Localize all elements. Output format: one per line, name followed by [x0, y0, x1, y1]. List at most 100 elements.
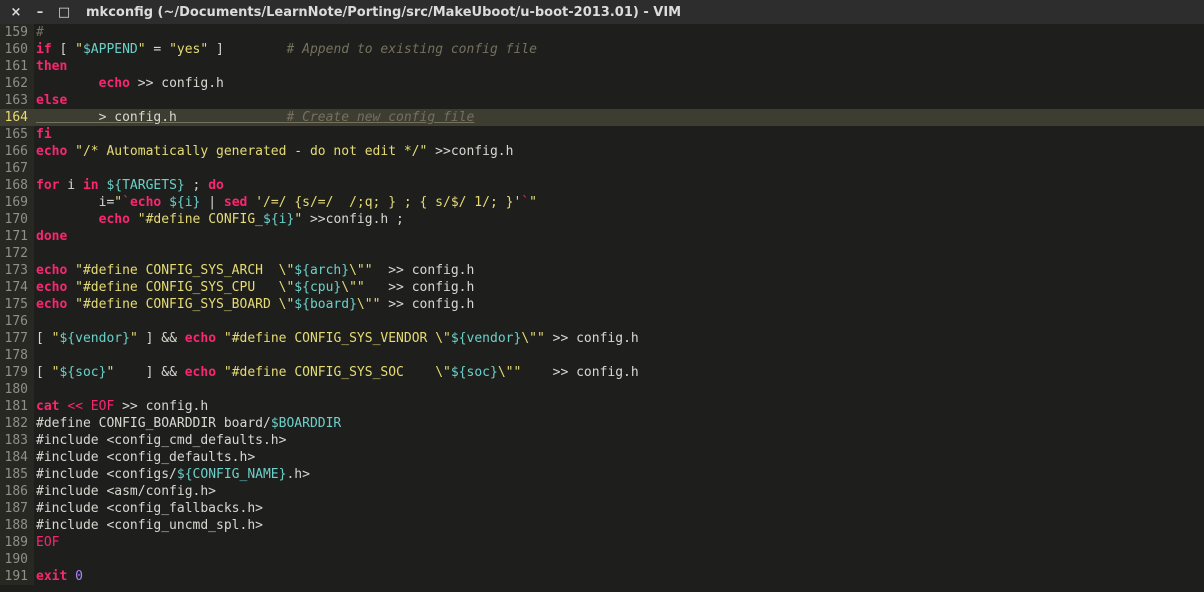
code-line[interactable]: 187#include <config_fallbacks.h> [0, 500, 1204, 517]
code-line[interactable]: 175echo "#define CONFIG_SYS_BOARD \"${bo… [0, 296, 1204, 313]
code-text[interactable]: # [34, 24, 1204, 41]
code-line[interactable]: 159# [0, 24, 1204, 41]
token-str: '/=/ {s/=/ /;q; } ; { s/$/ 1/; }' [255, 195, 521, 210]
code-line[interactable]: 178 [0, 347, 1204, 364]
token-kw: sed [224, 195, 247, 210]
token-str: "#define CONFIG_SYS_CPU \" [75, 280, 294, 295]
code-text[interactable]: then [34, 58, 1204, 75]
code-line[interactable]: 186#include <asm/config.h> [0, 483, 1204, 500]
token-str: \"" [521, 331, 544, 346]
code-line[interactable]: 160if [ "$APPEND" = "yes" ] # Append to … [0, 41, 1204, 58]
line-number: 163 [0, 92, 34, 109]
code-text[interactable]: [ "${vendor}" ] && echo "#define CONFIG_… [34, 330, 1204, 347]
code-text[interactable]: echo >> config.h [34, 75, 1204, 92]
code-line[interactable]: 179[ "${soc}" ] && echo "#define CONFIG_… [0, 364, 1204, 381]
editor[interactable]: 159#160if [ "$APPEND" = "yes" ] # Append… [0, 24, 1204, 585]
code-text[interactable] [34, 160, 1204, 177]
code-line[interactable]: 189EOF [0, 534, 1204, 551]
code-line[interactable]: 174echo "#define CONFIG_SYS_CPU \"${cpu}… [0, 279, 1204, 296]
code-line[interactable]: 161then [0, 58, 1204, 75]
code-line[interactable]: 169 i="`echo ${i} | sed '/=/ {s/=/ /;q; … [0, 194, 1204, 211]
code-line[interactable]: 172 [0, 245, 1204, 262]
code-text[interactable]: [ "${soc}" ] && echo "#define CONFIG_SYS… [34, 364, 1204, 381]
code-text[interactable]: #include <configs/${CONFIG_NAME}.h> [34, 466, 1204, 483]
token-punct: #include <asm/config.h> [36, 484, 216, 499]
code-line[interactable]: 180 [0, 381, 1204, 398]
token-punct: >> config.h [521, 365, 638, 380]
token-str: "#define CONFIG_SYS_BOARD \" [75, 297, 294, 312]
token-cmt: # [36, 25, 44, 40]
code-text[interactable]: else [34, 92, 1204, 109]
maximize-icon[interactable]: □ [56, 5, 72, 20]
code-text[interactable]: echo "#define CONFIG_SYS_CPU \"${cpu}\""… [34, 279, 1204, 296]
code-text[interactable]: fi [34, 126, 1204, 143]
code-text[interactable]: EOF [34, 534, 1204, 551]
line-number: 167 [0, 160, 34, 177]
code-text[interactable]: #include <config_cmd_defaults.h> [34, 432, 1204, 449]
code-text[interactable]: #include <config_defaults.h> [34, 449, 1204, 466]
code-line[interactable]: 162 echo >> config.h [0, 75, 1204, 92]
code-line[interactable]: 183#include <config_cmd_defaults.h> [0, 432, 1204, 449]
code-text[interactable]: #include <config_fallbacks.h> [34, 500, 1204, 517]
token-kw: echo [36, 144, 67, 159]
code-text[interactable]: cat << EOF >> config.h [34, 398, 1204, 415]
code-text[interactable]: #include <asm/config.h> [34, 483, 1204, 500]
code-text[interactable]: echo "#define CONFIG_${i}" >>config.h ; [34, 211, 1204, 228]
code-line[interactable]: 184#include <config_defaults.h> [0, 449, 1204, 466]
code-text[interactable]: i="`echo ${i} | sed '/=/ {s/=/ /;q; } ; … [34, 194, 1204, 211]
code-text[interactable]: done [34, 228, 1204, 245]
code-line[interactable]: 181cat << EOF >> config.h [0, 398, 1204, 415]
code-text[interactable] [34, 245, 1204, 262]
minimize-icon[interactable]: – [32, 5, 48, 20]
code-line[interactable]: 188#include <config_uncmd_spl.h> [0, 517, 1204, 534]
token-red: ` [122, 195, 130, 210]
code-line[interactable]: 190 [0, 551, 1204, 568]
code-line[interactable]: 176 [0, 313, 1204, 330]
code-text[interactable]: > config.h # Create new config file [34, 109, 1204, 126]
token-kw: echo [130, 195, 161, 210]
code-line[interactable]: 170 echo "#define CONFIG_${i}" >>config.… [0, 211, 1204, 228]
code-line[interactable]: 185#include <configs/${CONFIG_NAME}.h> [0, 466, 1204, 483]
code-text[interactable] [34, 551, 1204, 568]
token-kw: for [36, 178, 59, 193]
code-text[interactable]: echo "#define CONFIG_SYS_BOARD \"${board… [34, 296, 1204, 313]
code-line[interactable]: 182#define CONFIG_BOARDDIR board/$BOARDD… [0, 415, 1204, 432]
code-line[interactable]: 166echo "/* Automatically generated - do… [0, 143, 1204, 160]
token-str: " [138, 42, 146, 57]
code-line[interactable]: 167 [0, 160, 1204, 177]
line-number: 161 [0, 58, 34, 75]
line-number: 179 [0, 364, 34, 381]
code-line[interactable]: 177[ "${vendor}" ] && echo "#define CONF… [0, 330, 1204, 347]
code-line[interactable]: 173echo "#define CONFIG_SYS_ARCH \"${arc… [0, 262, 1204, 279]
code-text[interactable] [34, 313, 1204, 330]
code-line[interactable]: 168for i in ${TARGETS} ; do [0, 177, 1204, 194]
code-line[interactable]: 164 > config.h # Create new config file [0, 109, 1204, 126]
token-punct [216, 365, 224, 380]
token-var: ${vendor} [451, 331, 521, 346]
line-number: 170 [0, 211, 34, 228]
code-text[interactable] [34, 381, 1204, 398]
token-punct: >> config.h [373, 263, 475, 278]
code-line[interactable]: 191exit 0 [0, 568, 1204, 585]
code-text[interactable]: #define CONFIG_BOARDDIR board/$BOARDDIR [34, 415, 1204, 432]
code-text[interactable]: if [ "$APPEND" = "yes" ] # Append to exi… [34, 41, 1204, 58]
close-icon[interactable]: × [8, 5, 24, 20]
line-number: 190 [0, 551, 34, 568]
token-kw: do [208, 178, 224, 193]
code-line[interactable]: 163else [0, 92, 1204, 109]
token-kw: echo [36, 263, 67, 278]
token-str: "#define CONFIG_SYS_VENDOR \" [224, 331, 451, 346]
token-str: "#define CONFIG_SYS_SOC \" [224, 365, 451, 380]
code-text[interactable]: exit 0 [34, 568, 1204, 585]
token-str: " [294, 212, 302, 227]
code-text[interactable] [34, 347, 1204, 364]
line-number: 180 [0, 381, 34, 398]
code-text[interactable]: for i in ${TARGETS} ; do [34, 177, 1204, 194]
code-line[interactable]: 165fi [0, 126, 1204, 143]
code-text[interactable]: echo "#define CONFIG_SYS_ARCH \"${arch}\… [34, 262, 1204, 279]
code-line[interactable]: 171done [0, 228, 1204, 245]
token-var: ${board} [294, 297, 357, 312]
code-text[interactable]: echo "/* Automatically generated - do no… [34, 143, 1204, 160]
code-text[interactable]: #include <config_uncmd_spl.h> [34, 517, 1204, 534]
line-number: 182 [0, 415, 34, 432]
